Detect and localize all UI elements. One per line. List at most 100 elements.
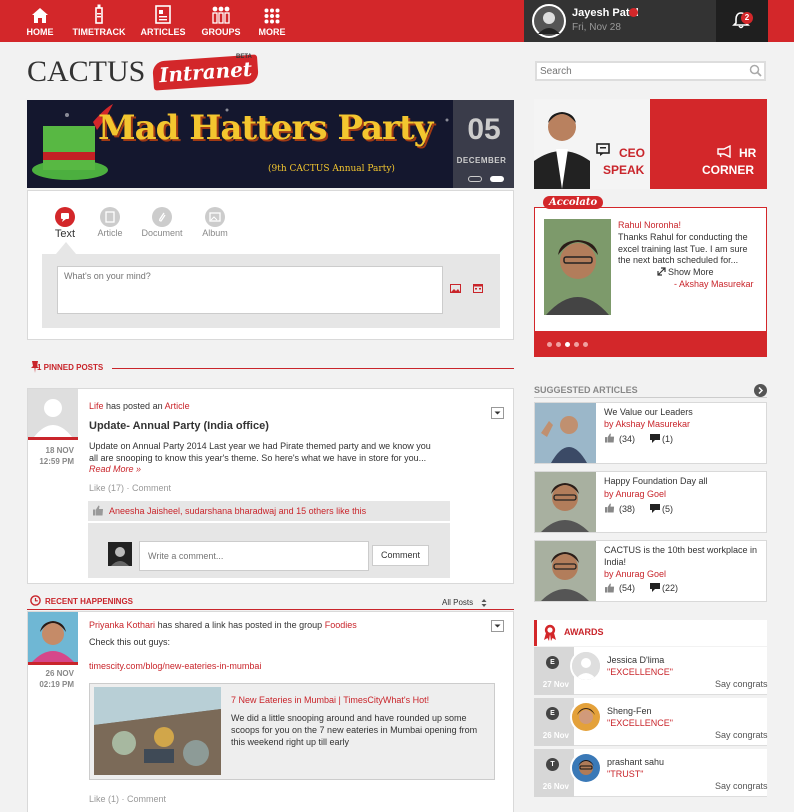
preview-title[interactable]: 7 New Eateries in Mumbai | TimesCityWhat… [231, 695, 429, 705]
pager-dot[interactable] [556, 342, 561, 347]
article-author-1[interactable]: by Akshay Masurekar [604, 419, 690, 429]
image-upload-icon[interactable] [450, 284, 461, 296]
pinned-heading: 1 PINNED POSTS [37, 363, 104, 372]
carousel-dot-active[interactable] [490, 176, 504, 182]
comment-link[interactable]: Comment [132, 483, 171, 493]
award-name-2[interactable]: Sheng-Fen [607, 706, 652, 716]
nav-groups[interactable]: GROUPS [200, 0, 242, 42]
article-post-icon[interactable] [100, 207, 120, 227]
show-more-link[interactable]: Show More [668, 267, 714, 277]
accolade-sender[interactable]: - Akshay Masurekar [674, 279, 754, 289]
nav-articles[interactable]: ARTICLES [140, 0, 186, 42]
pager-dot[interactable] [547, 342, 552, 347]
recent-action-text: has shared a link has posted in the grou… [157, 620, 323, 630]
composer-pointer [56, 242, 76, 254]
carousel-dot[interactable] [468, 176, 482, 182]
search-icon[interactable] [749, 64, 762, 80]
home-icon [20, 0, 60, 24]
article-title-1[interactable]: We Value our Leaders [604, 407, 693, 417]
banner-title: Mad Hatters Party [98, 108, 433, 148]
article-likes-3: (54) [619, 583, 636, 593]
album-post-icon[interactable] [205, 207, 225, 227]
pinned-divider [112, 368, 514, 369]
likers-text[interactable]: Aneesha Jaisheel, sudarshana bharadwaj a… [109, 506, 366, 516]
award-type-3: "TRUST" [607, 769, 644, 779]
recent-post-header: Priyanka Kothari has shared a link has p… [89, 620, 357, 630]
nav-more[interactable]: MORE [254, 0, 290, 42]
user-avatar[interactable] [532, 4, 566, 38]
nav-articles-label: ARTICLES [140, 27, 186, 37]
pager-dot[interactable] [583, 342, 588, 347]
recent-post-actions: Like (1) · Comment [89, 794, 166, 804]
say-congrats-2[interactable]: Say congrats [715, 730, 768, 740]
comment-icon [650, 583, 660, 595]
life-avatar[interactable] [28, 389, 78, 437]
nav-timetrack[interactable]: TIMETRACK [70, 0, 128, 42]
article-thumb-3[interactable] [535, 541, 596, 601]
recent-options-dropdown[interactable] [491, 620, 504, 632]
article-comments-1: (1) [662, 434, 673, 444]
award-avatar-3[interactable] [570, 752, 602, 784]
search-input[interactable] [540, 64, 740, 78]
award-name-3[interactable]: prashant sahu [607, 757, 664, 767]
read-more-link[interactable]: Read More » [89, 464, 141, 474]
comment-button[interactable]: Comment [372, 545, 429, 566]
recent-comment-link[interactable]: Comment [127, 794, 166, 804]
say-congrats-3[interactable]: Say congrats [715, 781, 768, 791]
tab-document-label[interactable]: Document [137, 228, 187, 238]
document-post-icon[interactable] [152, 207, 172, 227]
award-type-2: "EXCELLENCE" [607, 718, 673, 728]
article-author-3[interactable]: by Anurag Goel [604, 569, 666, 579]
articles-icon [140, 0, 186, 24]
article-thumb-2[interactable] [535, 472, 596, 532]
recent-like-link[interactable]: Like (1) [89, 794, 119, 804]
post-options-dropdown[interactable] [491, 407, 504, 419]
tab-article-label[interactable]: Article [90, 228, 130, 238]
nav-home[interactable]: HOME [20, 0, 60, 42]
say-congrats-1[interactable]: Say congrats [715, 679, 768, 689]
expand-icon[interactable] [657, 267, 666, 279]
commenter-avatar [108, 542, 132, 566]
priyanka-avatar[interactable] [28, 612, 78, 662]
article-likes-2: (38) [619, 504, 636, 514]
accolade-recipient[interactable]: Rahul Noronha! [618, 220, 681, 230]
article-title-2[interactable]: Happy Foundation Day all [604, 476, 708, 486]
group-link[interactable]: Foodies [325, 620, 357, 630]
top-bar-end [768, 0, 794, 42]
comment-input[interactable] [139, 541, 369, 571]
article-author-2[interactable]: by Anurag Goel [604, 489, 666, 499]
thumbs-up-icon [605, 433, 615, 446]
article-thumb-1[interactable] [535, 403, 596, 463]
status-textarea[interactable] [57, 266, 443, 314]
status-dot-icon [629, 8, 638, 17]
text-post-icon[interactable] [55, 207, 75, 227]
pager-dot-active[interactable] [565, 342, 570, 347]
tab-text-label[interactable]: Text [50, 228, 80, 240]
article-title-3[interactable]: CACTUS is the 10th best workplace in Ind… [604, 544, 762, 568]
post-action-text: has posted an [106, 401, 163, 411]
tab-album-label[interactable]: Album [195, 228, 235, 238]
nav-timetrack-label: TIMETRACK [72, 27, 126, 37]
post-type-link[interactable]: Article [165, 401, 190, 411]
all-posts-filter[interactable]: All Posts [442, 598, 473, 607]
award-avatar-1[interactable] [570, 650, 602, 682]
next-arrow-icon[interactable] [754, 384, 767, 397]
recent-post-time: 02:19 PM [39, 680, 74, 689]
preview-image[interactable] [94, 687, 221, 775]
shared-link[interactable]: timescity.com/blog/new-eateries-in-mumba… [89, 661, 261, 671]
award-name-1[interactable]: Jessica D'lima [607, 655, 664, 665]
accolade-photo[interactable] [544, 219, 611, 315]
pager-dot[interactable] [574, 342, 579, 347]
article-comments-3: (22) [662, 583, 679, 593]
recent-author-link[interactable]: Priyanka Kothari [89, 620, 155, 630]
post-author-link[interactable]: Life [89, 401, 104, 411]
award-avatar-2[interactable] [570, 701, 602, 733]
post-title[interactable]: Update- Annual Party (India office) [89, 420, 269, 432]
accolato-logo: Accolato [543, 196, 604, 209]
beta-label: BETA [236, 54, 252, 60]
like-link[interactable]: Like (17) [89, 483, 124, 493]
notification-count-badge: 2 [741, 12, 753, 24]
calendar-icon[interactable] [473, 283, 483, 296]
cactus-logo[interactable]: CACTUS [27, 55, 145, 89]
grid-icon [254, 0, 290, 24]
